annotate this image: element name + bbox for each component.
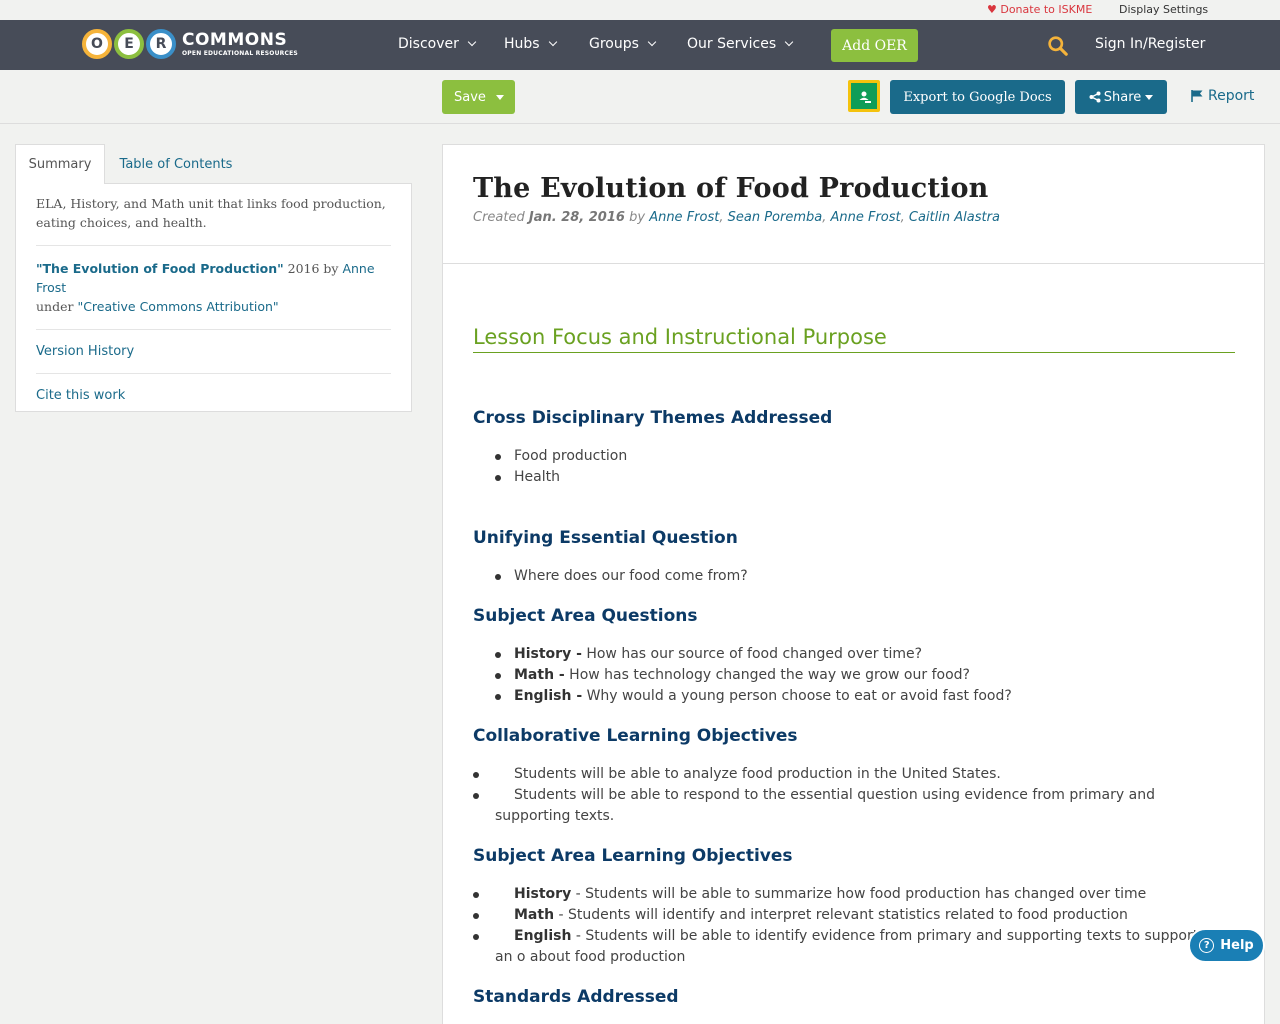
summary-panel: ELA, History, and Math unit that links f… — [15, 183, 412, 412]
list-item: Where does our food come from? — [495, 566, 1215, 587]
section-heading: Collaborative Learning Objectives — [473, 726, 798, 746]
main-navbar: O E R COMMONS OPEN EDUCATIONAL RESOURCES… — [0, 20, 1280, 70]
section-heading: Unifying Essential Question — [473, 528, 738, 548]
nav-discover[interactable]: Discover — [398, 36, 477, 52]
by-label: by — [629, 210, 646, 225]
save-button[interactable]: Save — [442, 80, 515, 114]
nav-groups[interactable]: Groups — [589, 36, 657, 52]
resource-description: ELA, History, and Math unit that links f… — [36, 194, 391, 246]
attribution-under: under — [36, 299, 78, 314]
share-button[interactable]: Share — [1075, 80, 1167, 114]
list-item: Health — [495, 467, 1215, 488]
section-heading: Standards Addressed — [473, 987, 679, 1007]
logo-letter-o: O — [82, 29, 112, 59]
list-item: History - How has our source of food cha… — [495, 644, 1215, 665]
resource-content: The Evolution of Food Production Created… — [442, 144, 1265, 1024]
logo-title: COMMONS — [182, 29, 288, 50]
resource-title: The Evolution of Food Production — [473, 173, 989, 204]
section-title: Lesson Focus and Instructional Purpose — [473, 323, 1235, 353]
list-item: History - Students will be able to summa… — [473, 884, 1213, 905]
author-link[interactable]: Caitlin Alastra — [909, 210, 1000, 225]
author-link[interactable]: Anne Frost — [830, 210, 900, 225]
tab-summary[interactable]: Summary — [15, 144, 105, 184]
google-classroom-button[interactable] — [848, 80, 880, 112]
created-date: Jan. 28, 2016 — [528, 210, 625, 225]
bullet-list: Where does our food come from? — [495, 566, 1215, 587]
nav-groups-label: Groups — [589, 36, 639, 52]
summary-sidebar: Summary Table of Contents ELA, History, … — [15, 144, 412, 412]
sidebar-tabs: Summary Table of Contents — [15, 144, 412, 184]
version-history-link[interactable]: Version History — [36, 330, 391, 374]
add-oer-button[interactable]: Add OER — [831, 29, 918, 62]
help-button[interactable]: ? Help — [1188, 928, 1265, 963]
cite-this-work-link[interactable]: Cite this work — [36, 374, 391, 417]
chevron-down-icon — [647, 37, 657, 47]
list-item: Math - How has technology changed the wa… — [495, 665, 1215, 686]
resource-toolbar: Save Export to Google Docs Share Report — [0, 70, 1280, 124]
bullet-list: History - Students will be able to summa… — [473, 884, 1213, 968]
search-icon[interactable] — [1047, 35, 1068, 56]
nav-our-services-label: Our Services — [687, 36, 777, 52]
section-heading: Subject Area Learning Objectives — [473, 846, 793, 866]
report-label: Report — [1208, 88, 1255, 104]
display-settings-link[interactable]: Display Settings — [1119, 3, 1208, 16]
author-link[interactable]: Anne Frost — [649, 210, 719, 225]
utility-bar: ♥ Donate to ISKME Display Settings — [0, 0, 1280, 20]
bullet-list: Food production Health — [495, 446, 1215, 488]
question-icon: ? — [1199, 938, 1215, 953]
byline: Created Jan. 28, 2016 by Anne Frost, Sea… — [473, 210, 1000, 225]
nav-hubs[interactable]: Hubs — [504, 36, 557, 52]
list-item: English - Why would a young person choos… — [495, 686, 1215, 707]
list-item: Food production — [495, 446, 1215, 467]
caret-down-icon — [495, 94, 504, 100]
chevron-down-icon — [548, 37, 557, 47]
resource-header: The Evolution of Food Production Created… — [443, 145, 1264, 264]
nav-discover-label: Discover — [398, 36, 459, 52]
attribution-title-link[interactable]: "The Evolution of Food Production" — [36, 261, 284, 276]
author-link[interactable]: Sean Poremba — [728, 210, 823, 225]
list-item: English - Students will be able to ident… — [473, 926, 1213, 968]
chevron-down-icon — [784, 37, 794, 47]
logo-subtitle: OPEN EDUCATIONAL RESOURCES — [182, 49, 298, 57]
attribution-year: 2016 by — [283, 261, 343, 276]
logo-letter-r: R — [146, 29, 176, 59]
report-button[interactable]: Report — [1190, 88, 1254, 104]
share-icon — [1089, 91, 1101, 103]
license-link[interactable]: "Creative Commons Attribution" — [77, 299, 278, 314]
logo-letter-e: E — [114, 29, 144, 59]
google-classroom-icon — [856, 89, 872, 103]
flag-icon — [1191, 90, 1203, 102]
section-heading: Subject Area Questions — [473, 606, 698, 626]
export-google-docs-button[interactable]: Export to Google Docs — [890, 80, 1065, 114]
donate-label: Donate to ISKME — [1000, 3, 1093, 16]
share-label: Share — [1103, 89, 1142, 105]
donate-link[interactable]: ♥ Donate to ISKME — [987, 3, 1092, 16]
nav-hubs-label: Hubs — [504, 36, 540, 52]
list-item: Students will be able to respond to the … — [473, 785, 1213, 827]
sign-in-register-link[interactable]: Sign In/Register — [1095, 36, 1205, 52]
save-label: Save — [454, 89, 486, 105]
bullet-list: Students will be able to analyze food pr… — [473, 764, 1213, 827]
nav-our-services[interactable]: Our Services — [687, 36, 794, 52]
chevron-down-icon — [467, 37, 477, 47]
caret-down-icon — [1145, 94, 1154, 100]
logo-wordmark: COMMONS OPEN EDUCATIONAL RESOURCES — [182, 29, 298, 57]
oer-commons-logo[interactable]: O E R COMMONS OPEN EDUCATIONAL RESOURCES — [82, 26, 298, 62]
bullet-list: History - How has our source of food cha… — [495, 644, 1215, 707]
tab-table-of-contents[interactable]: Table of Contents — [105, 144, 247, 184]
list-item: Math - Students will identify and interp… — [473, 905, 1213, 926]
attribution: "The Evolution of Food Production" 2016 … — [36, 246, 391, 330]
section-heading: Cross Disciplinary Themes Addressed — [473, 408, 833, 428]
help-label: Help — [1220, 938, 1254, 953]
list-item: Students will be able to analyze food pr… — [473, 764, 1213, 785]
created-label: Created — [473, 210, 525, 225]
